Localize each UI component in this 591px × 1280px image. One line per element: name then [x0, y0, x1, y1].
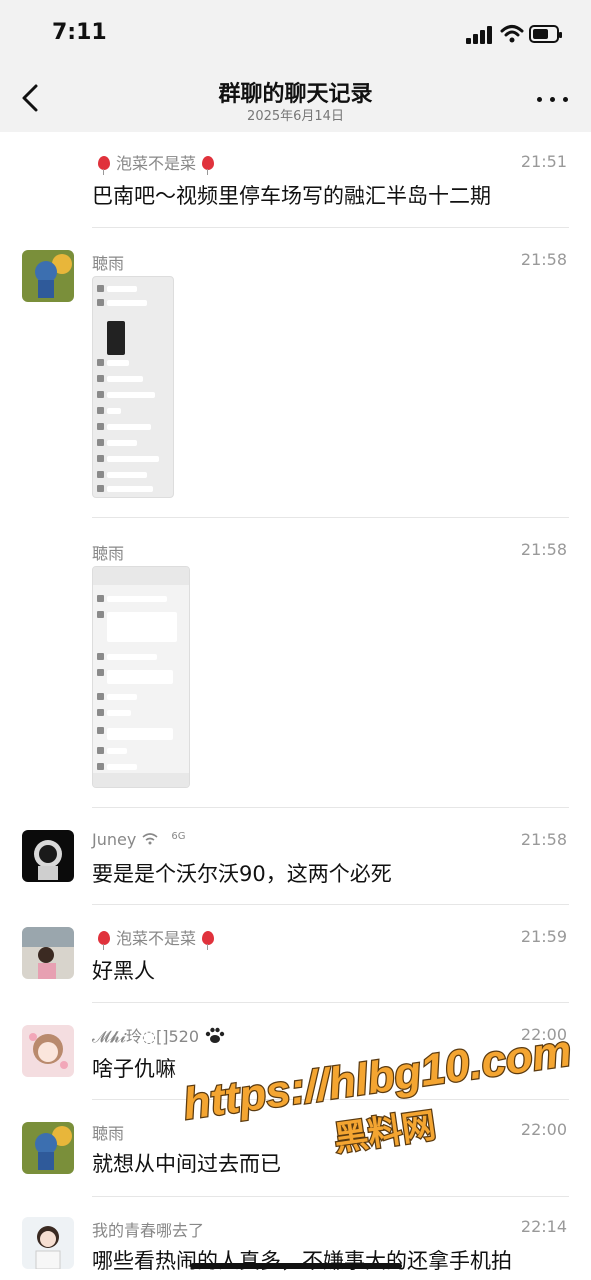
message-time: 21:59 — [520, 927, 567, 946]
avatar[interactable] — [22, 1122, 74, 1174]
balloon-icon — [98, 156, 110, 175]
screenshot-thumbnail-image[interactable] — [92, 566, 190, 788]
message-time: 22:14 — [520, 1217, 567, 1236]
avatar[interactable] — [22, 1025, 74, 1077]
message-sender: 泡菜不是菜 — [92, 925, 220, 950]
cellular-signal-icon — [466, 26, 494, 44]
message-text[interactable]: 好黑人 — [92, 955, 155, 985]
message-time: 21:58 — [520, 540, 567, 559]
status-bar: 7:11 — [0, 0, 591, 62]
chat-message: 泡菜不是菜 21:51 巴南吧～视频里停车场写的融汇半岛十二期 — [0, 132, 591, 228]
home-indicator[interactable] — [190, 1263, 402, 1269]
message-sender: 聴雨 — [92, 1124, 125, 1143]
avatar[interactable] — [22, 1217, 74, 1269]
chat-message: 聴雨 21:58 — [0, 228, 591, 518]
battery-icon — [529, 25, 562, 43]
message-text[interactable]: 巴南吧～视频里停车场写的融汇半岛十二期 — [92, 180, 491, 210]
message-sender: 我的青春哪去了 — [92, 1221, 205, 1240]
balloon-icon — [202, 156, 215, 175]
watermark-label: 黑料网 — [332, 1106, 439, 1160]
balloon-icon — [202, 931, 215, 950]
screenshot-thumbnail-image[interactable] — [92, 276, 174, 498]
message-sender: 聴雨 — [92, 544, 125, 563]
message-time: 21:51 — [520, 152, 567, 171]
status-time: 7:11 — [52, 20, 107, 45]
message-text[interactable]: 啥子仇嘛 — [92, 1053, 176, 1083]
chat-message: 泡菜不是菜 21:59 好黑人 — [0, 905, 591, 1003]
page-date: 2025年6月14日 — [247, 109, 344, 124]
message-sender: 泡菜不是菜 — [92, 150, 220, 175]
avatar[interactable] — [22, 927, 74, 979]
nav-bar: 群聊的聊天记录 2025年6月14日 — [0, 62, 591, 132]
message-sender: Juney 6G — [92, 830, 186, 849]
message-time: 21:58 — [520, 250, 567, 269]
wifi-6g-icon — [142, 833, 158, 845]
balloon-icon — [98, 931, 110, 950]
page-title: 群聊的聊天记录 — [218, 82, 373, 107]
message-time: 21:58 — [520, 830, 567, 849]
avatar[interactable] — [22, 830, 74, 882]
avatar[interactable] — [22, 250, 74, 302]
message-text[interactable]: 哪些看热闹的人真多，不嫌事大的还拿手机拍 — [92, 1245, 512, 1275]
wifi-icon — [500, 25, 524, 43]
message-text[interactable]: 要是是个沃尔沃90，这两个必死 — [92, 858, 392, 888]
message-sender: 聴雨 — [92, 254, 125, 273]
chat-message: Juney 6G 21:58 要是是个沃尔沃90，这两个必死 — [0, 808, 591, 905]
more-options-icon[interactable] — [533, 88, 573, 110]
chat-message: 聴雨 21:58 — [0, 518, 591, 808]
watermark: https://hlbg10.com 黑料网 — [179, 1025, 576, 1161]
